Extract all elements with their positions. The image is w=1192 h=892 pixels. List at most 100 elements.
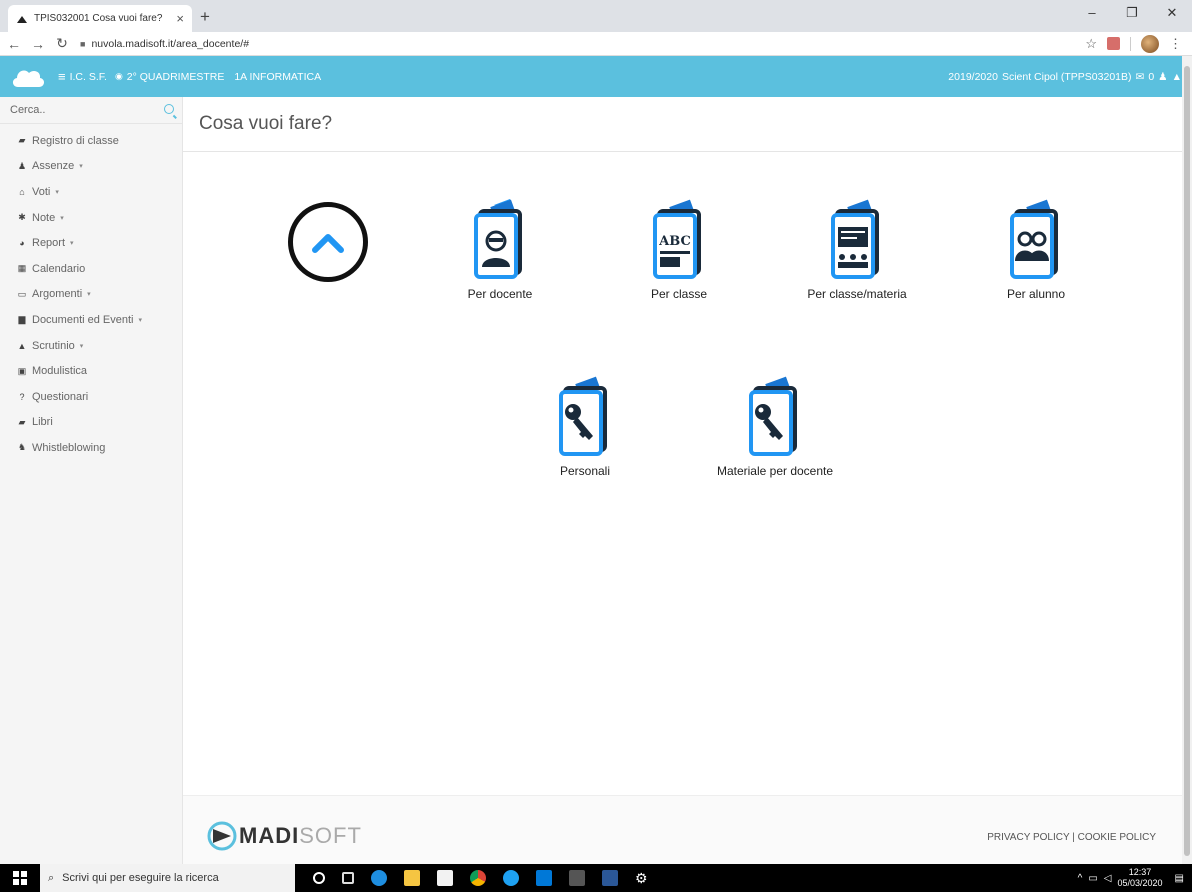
sidebar-item-voti[interactable]: ⌂ Voti ▾ (0, 179, 182, 205)
user-icon[interactable]: ♟ (1158, 71, 1167, 83)
school-year[interactable]: 2019/2020 (948, 71, 998, 83)
browser-menu-icon[interactable]: ⋮ (1169, 36, 1182, 52)
new-tab-button[interactable]: + (200, 7, 210, 27)
option-label: Materiale per docente (716, 464, 834, 478)
settings-gear-icon[interactable]: ⚙ (635, 870, 651, 886)
class-label[interactable]: 1A INFORMATICA (234, 71, 321, 83)
sidebar-item-calendario[interactable]: ▦ Calendario (0, 256, 182, 282)
option-label: Personali (559, 464, 611, 478)
option-per-classe-materia[interactable]: Per classe/materia (777, 197, 937, 301)
period-label[interactable]: 2° QUADRIMESTRE (127, 71, 225, 83)
pie-chart-icon: ◕ (19, 238, 25, 249)
screen: TPIS032001 Cosa vuoi fare? × + – ❐ ✕ ← →… (0, 0, 1192, 892)
tab-title: TPIS032001 Cosa vuoi fare? (34, 13, 163, 24)
sidebar-item-scrutinio[interactable]: ▲ Scrutinio ▾ (0, 333, 182, 359)
madisoft-logo-icon (207, 821, 237, 851)
pdf-extension-icon[interactable] (1107, 37, 1120, 50)
sidebar-item-note[interactable]: ✱ Note ▾ (0, 205, 182, 231)
back-up-button[interactable] (288, 202, 368, 282)
option-per-docente[interactable]: Per docente (420, 197, 580, 301)
sidebar-item-documenti-ed-eventi[interactable]: ▆ Documenti ed Eventi ▾ (0, 307, 182, 333)
reload-icon[interactable]: ↻ (52, 35, 72, 52)
notifications-icon[interactable]: ▤ (1175, 873, 1184, 884)
forward-arrow-icon[interactable]: → (28, 36, 48, 52)
url-text: nuvola.madisoft.it/area_docente/# (91, 37, 250, 50)
option-materiale-per-docente[interactable]: Materiale per docente (695, 374, 855, 478)
sidebar-search[interactable]: Cerca.. (0, 97, 182, 124)
inbox-icon: ▆ (18, 314, 26, 325)
cortana-icon[interactable] (313, 872, 325, 884)
back-arrow-icon[interactable]: ← (4, 36, 24, 52)
browser-tab[interactable]: TPIS032001 Cosa vuoi fare? × (8, 5, 192, 32)
cookie-policy-link[interactable]: COOKIE POLICY (1078, 832, 1156, 843)
toolbar-separator (1130, 36, 1131, 51)
windows-start-icon[interactable] (0, 864, 40, 892)
caret-down-icon: ▾ (70, 240, 74, 248)
clock-date: 05/03/2020 (1117, 878, 1163, 888)
sidebar-item-report[interactable]: ◕ Report ▾ (0, 230, 182, 256)
edge-icon[interactable] (371, 870, 387, 886)
cloud-logo-icon[interactable] (10, 65, 46, 89)
chrome-icon[interactable] (470, 870, 486, 886)
sidebar-item-label: Note (32, 211, 56, 224)
tab-close-icon[interactable]: × (176, 11, 184, 26)
volume-icon[interactable]: ◁ (1104, 873, 1112, 884)
clock[interactable]: 12:37 05/03/2020 (1118, 867, 1163, 889)
hamburger-menu-icon[interactable]: ≡ (58, 69, 66, 84)
page-scrollbar[interactable] (1182, 56, 1192, 864)
sidebar-item-label: Documenti ed Eventi (32, 313, 134, 326)
search-icon[interactable] (164, 104, 174, 114)
sidebar-item-label: Calendario (32, 262, 86, 275)
option-personali[interactable]: Personali (505, 374, 665, 478)
profile-avatar[interactable] (1141, 34, 1159, 53)
privacy-policy-link[interactable]: PRIVACY POLICY (987, 832, 1069, 843)
folder-open-icon: ▭ (17, 288, 27, 299)
bookmark-star-icon[interactable]: ☆ (1085, 36, 1097, 52)
lock-icon: ■ (80, 38, 86, 49)
sidebar-item-questionari[interactable]: ? Questionari (0, 384, 182, 410)
url-field[interactable]: ■ nuvola.madisoft.it/area_docente/# (80, 38, 249, 50)
sidebar-menu: ▰ Registro di classe ♟ Assenze ▾ ⌂ Voti ▾ ✱ Note ▾… (0, 124, 182, 461)
close-window-button[interactable]: ✕ (1152, 0, 1192, 28)
network-icon[interactable]: ▭ (1088, 873, 1097, 884)
sidebar-item-registro-di-classe[interactable]: ▰ Registro di classe (0, 128, 182, 154)
ie-icon[interactable] (503, 870, 519, 886)
pin-icon: ✱ (18, 212, 26, 223)
task-view-icon[interactable] (342, 872, 354, 884)
sidebar-search-input[interactable]: Cerca.. (10, 104, 45, 116)
tray-chevron-icon[interactable]: ^ (1078, 873, 1083, 884)
store-icon[interactable] (437, 870, 453, 886)
logout-icon[interactable]: ▲ (1172, 71, 1182, 83)
key-personal-icon (559, 376, 607, 456)
sidebar-item-label: Scrutinio (32, 339, 75, 352)
key-material-icon (749, 376, 797, 456)
option-per-alunno[interactable]: Per alunno (956, 197, 1116, 301)
scrollbar-thumb[interactable] (1184, 66, 1190, 856)
mail-app-icon[interactable] (536, 870, 552, 886)
user-name[interactable]: Scient Cipol (TPPS03201B) (1002, 71, 1132, 83)
school-name[interactable]: I.C. S.F. (70, 71, 107, 83)
sidebar-item-assenze[interactable]: ♟ Assenze ▾ (0, 154, 182, 180)
taskbar-search[interactable]: ⌕ Scrivi qui per eseguire la ricerca (40, 864, 295, 892)
briefcase-icon: ▣ (17, 365, 27, 376)
header-user-info: 2019/2020 Scient Cipol (TPPS03201B) ✉ 0 … (948, 71, 1182, 83)
mail-icon[interactable]: ✉ (1136, 71, 1145, 83)
option-label: Per classe (650, 287, 708, 301)
user-secret-icon: ♞ (17, 442, 27, 453)
caret-down-icon: ▾ (79, 342, 84, 350)
sidebar-item-whistleblowing[interactable]: ♞ Whistleblowing (0, 435, 182, 461)
option-per-classe[interactable]: ABC Per classe (599, 197, 759, 301)
logo-text-light: SOFT (299, 823, 362, 848)
maximize-button[interactable]: ❐ (1112, 0, 1152, 28)
word-icon[interactable] (602, 870, 618, 886)
sidebar-item-argomenti[interactable]: ▭ Argomenti ▾ (0, 282, 182, 308)
file-explorer-icon[interactable] (404, 870, 420, 886)
taskbar-search-input[interactable]: Scrivi qui per eseguire la ricerca (62, 872, 219, 884)
calculator-icon[interactable] (569, 870, 585, 886)
sidebar-item-libri[interactable]: ▰ Libri (0, 410, 182, 436)
sidebar-item-modulistica[interactable]: ▣ Modulistica (0, 358, 182, 384)
link-separator: | (1072, 832, 1075, 843)
browser-toolbar-right: ☆ ⋮ (1085, 34, 1182, 53)
sidebar-item-label: Voti (32, 185, 51, 198)
minimize-button[interactable]: – (1072, 0, 1112, 28)
